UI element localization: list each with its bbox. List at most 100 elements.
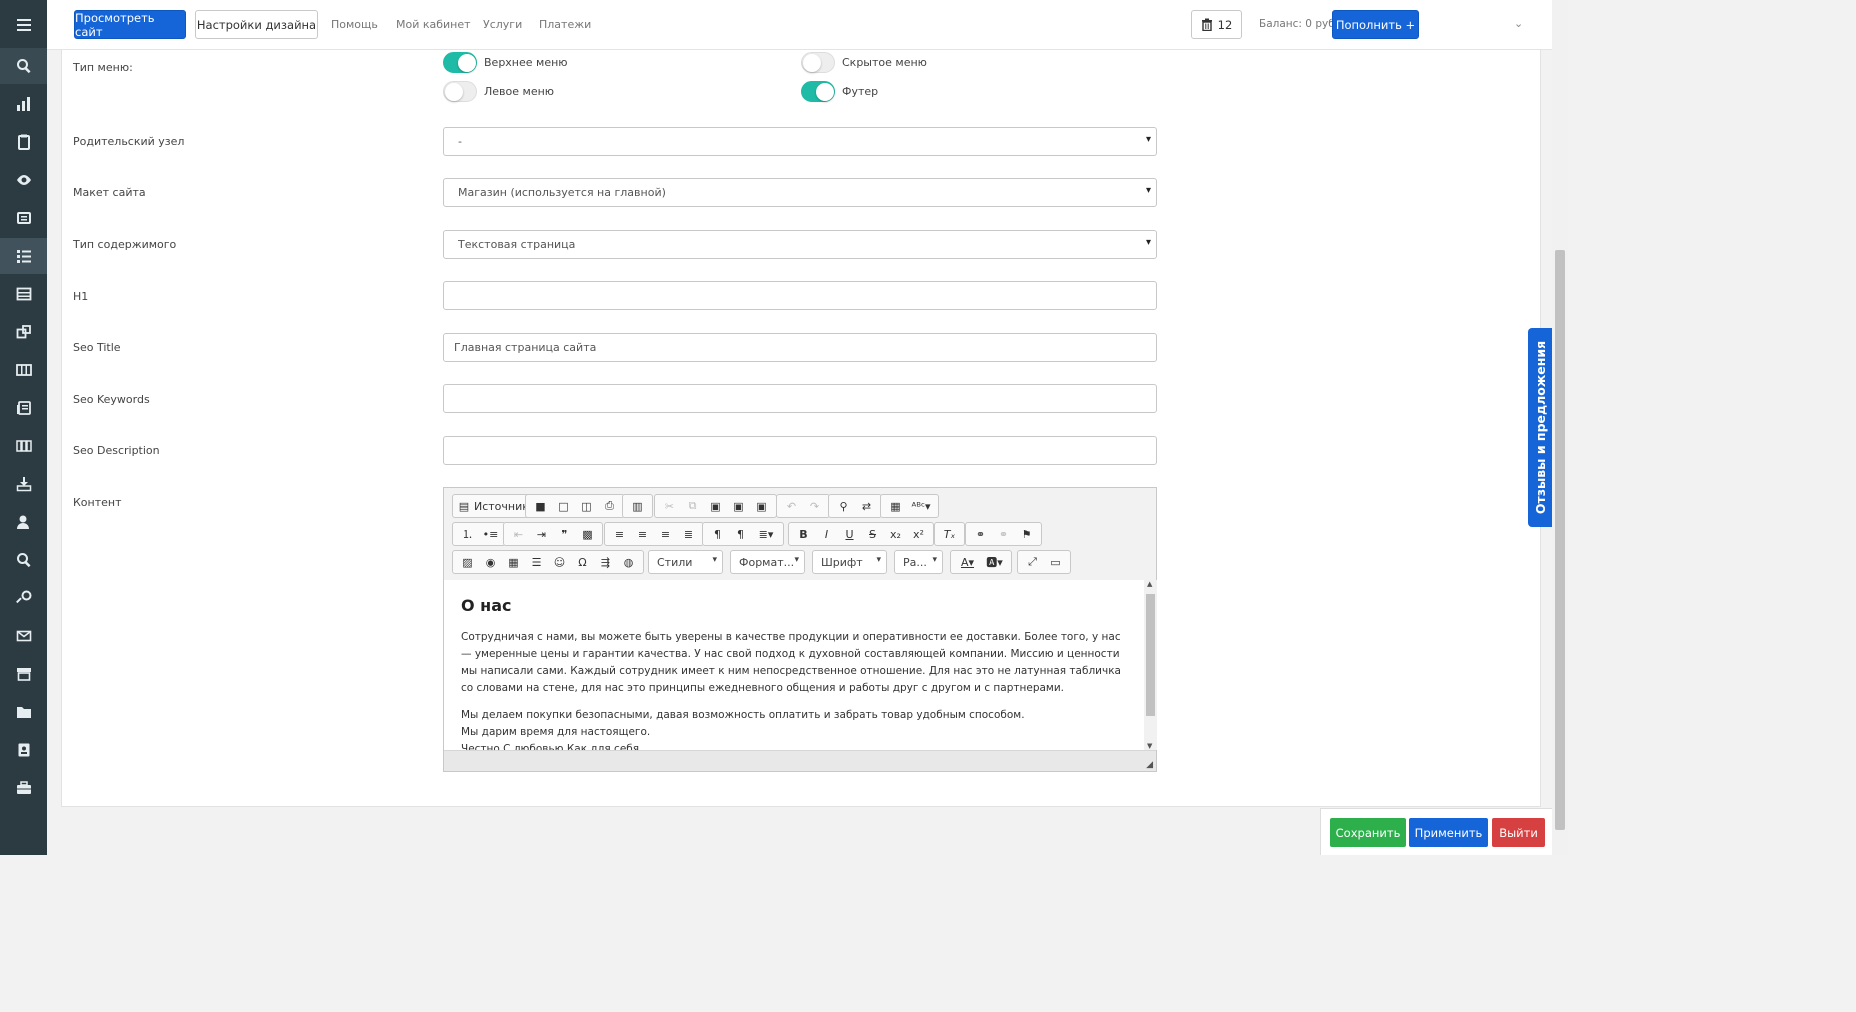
styles-combo[interactable]: Стили	[648, 550, 723, 574]
italic-icon[interactable]: I	[815, 524, 838, 544]
horizontal-rule-icon[interactable]: ☰	[525, 552, 548, 572]
trash-button[interactable]: 12	[1191, 10, 1242, 39]
superscript-icon[interactable]: x²	[907, 524, 930, 544]
special-char-icon[interactable]: Ω	[571, 552, 594, 572]
spellcheck-icon[interactable]: ᴬᴮᶜ▾	[907, 496, 935, 516]
sidebar-item-preview[interactable]	[0, 162, 47, 198]
image-icon[interactable]: ▨	[456, 552, 479, 572]
sidebar-item-orders[interactable]	[0, 124, 47, 160]
select-all-icon[interactable]: ▦	[884, 496, 907, 516]
save-button[interactable]: Сохранить	[1330, 818, 1406, 847]
underline-icon[interactable]: U	[838, 524, 861, 544]
sidebar-item-files[interactable]	[0, 694, 47, 730]
feedback-tab[interactable]: Отзывы и предложения	[1528, 328, 1554, 527]
sidebar-item-blocks[interactable]	[0, 314, 47, 350]
sidebar-item-pages[interactable]	[0, 238, 47, 274]
paste-word-icon[interactable]: ▣	[750, 496, 773, 516]
sidebar-item-articles[interactable]	[0, 390, 47, 426]
seo-keywords-input[interactable]	[443, 384, 1157, 413]
blockquote-icon[interactable]: ❞	[553, 524, 576, 544]
page-scroll-thumb[interactable]	[1555, 250, 1565, 830]
bg-color-icon[interactable]: 🅰▾	[981, 552, 1008, 572]
smiley-icon[interactable]: ☺	[548, 552, 571, 572]
print-icon[interactable]: ⎙	[598, 496, 621, 516]
indent-icon[interactable]: ⇥	[530, 524, 553, 544]
align-left-icon[interactable]: ≡	[608, 524, 631, 544]
sidebar-menu-toggle[interactable]	[0, 7, 47, 43]
div-container-icon[interactable]: ▩	[576, 524, 599, 544]
site-layout-select[interactable]: Магазин (используется на главной)	[443, 178, 1157, 207]
save-icon[interactable]: ■	[529, 496, 552, 516]
resize-handle-icon[interactable]: ◢	[1146, 760, 1153, 770]
size-combo[interactable]: Ра...	[894, 550, 943, 574]
outdent-icon[interactable]: ⇤	[507, 524, 530, 544]
toggle-left-menu[interactable]	[443, 81, 477, 102]
toggle-footer[interactable]	[801, 81, 835, 102]
align-right-icon[interactable]: ≡	[654, 524, 677, 544]
bold-icon[interactable]: B	[792, 524, 815, 544]
redo-icon[interactable]: ↷	[803, 496, 826, 516]
sidebar-item-news[interactable]	[0, 200, 47, 236]
chevron-down-icon[interactable]: ⌄	[1514, 17, 1523, 30]
sidebar-item-users[interactable]	[0, 504, 47, 540]
sidebar-item-access[interactable]	[0, 580, 47, 616]
align-center-icon[interactable]: ≡	[631, 524, 654, 544]
anchor-icon[interactable]: ⚑	[1015, 524, 1038, 544]
text-color-icon[interactable]: A▾	[954, 552, 981, 572]
nav-services[interactable]: Услуги	[483, 18, 522, 31]
source-button[interactable]: Источник	[472, 500, 533, 513]
nav-help[interactable]: Помощь	[331, 18, 378, 31]
sidebar-item-stats[interactable]	[0, 86, 47, 122]
exit-button[interactable]: Выйти	[1492, 818, 1545, 847]
nav-cabinet[interactable]: Мой кабинет	[396, 18, 471, 31]
ltr-icon[interactable]: ¶	[706, 524, 729, 544]
language-icon[interactable]: ≣▾	[752, 524, 780, 544]
scroll-down-icon[interactable]: ▼	[1147, 742, 1152, 750]
copy-icon[interactable]: ⧉	[681, 496, 704, 516]
preview-icon[interactable]: ◫	[575, 496, 598, 516]
find-icon[interactable]: ⚲	[832, 496, 855, 516]
undo-icon[interactable]: ↶	[780, 496, 803, 516]
source-icon[interactable]: ▤	[456, 496, 472, 516]
nav-payments[interactable]: Платежи	[539, 18, 591, 31]
sidebar-item-tools[interactable]	[0, 770, 47, 806]
table-insert-icon[interactable]: ▦	[502, 552, 525, 572]
flash-icon[interactable]: ◉	[479, 552, 502, 572]
cut-icon[interactable]: ✂	[658, 496, 681, 516]
editor-scroll-thumb[interactable]	[1146, 594, 1155, 716]
format-combo[interactable]: Формат...	[730, 550, 805, 574]
sidebar-item-tables[interactable]	[0, 276, 47, 312]
scroll-up-icon[interactable]: ▲	[1147, 580, 1152, 588]
align-justify-icon[interactable]: ≣	[677, 524, 700, 544]
maximize-icon[interactable]: ⤢	[1021, 552, 1044, 572]
sidebar-item-import[interactable]	[0, 466, 47, 502]
iframe-icon[interactable]: ◍	[617, 552, 640, 572]
view-site-button[interactable]: Просмотреть сайт	[74, 10, 186, 39]
editor-content-area[interactable]: О нас Сотрудничая с нами, вы можете быть…	[444, 580, 1146, 750]
page-break-icon[interactable]: ⇶	[594, 552, 617, 572]
topup-button[interactable]: Пополнить +	[1332, 10, 1419, 39]
unlink-icon[interactable]: ⚭	[992, 524, 1015, 544]
replace-icon[interactable]: ⇄	[855, 496, 878, 516]
bulleted-list-icon[interactable]: •≡	[479, 524, 502, 544]
seo-title-input[interactable]: Главная страница сайта	[443, 333, 1157, 362]
toggle-top-menu[interactable]	[443, 52, 477, 73]
templates-icon[interactable]: ▥	[626, 496, 649, 516]
seo-description-input[interactable]	[443, 436, 1157, 465]
editor-scrollbar[interactable]: ▲ ▼	[1144, 580, 1157, 750]
page-scrollbar[interactable]	[1552, 0, 1568, 855]
new-page-icon[interactable]: □	[552, 496, 575, 516]
sidebar-item-mail[interactable]	[0, 618, 47, 654]
toggle-hidden-menu[interactable]	[801, 52, 835, 73]
strikethrough-icon[interactable]: S	[861, 524, 884, 544]
subscript-icon[interactable]: x₂	[884, 524, 907, 544]
rtl-icon[interactable]: ¶	[729, 524, 752, 544]
sidebar-item-search[interactable]	[0, 48, 47, 84]
paste-text-icon[interactable]: ▣	[727, 496, 750, 516]
numbered-list-icon[interactable]: ⒈	[456, 524, 479, 544]
design-settings-button[interactable]: Настройки дизайна	[195, 10, 318, 39]
font-combo[interactable]: Шрифт	[812, 550, 887, 574]
remove-format-icon[interactable]: Tₓ	[938, 524, 961, 544]
h1-input[interactable]	[443, 281, 1157, 310]
sidebar-item-media[interactable]	[0, 352, 47, 388]
